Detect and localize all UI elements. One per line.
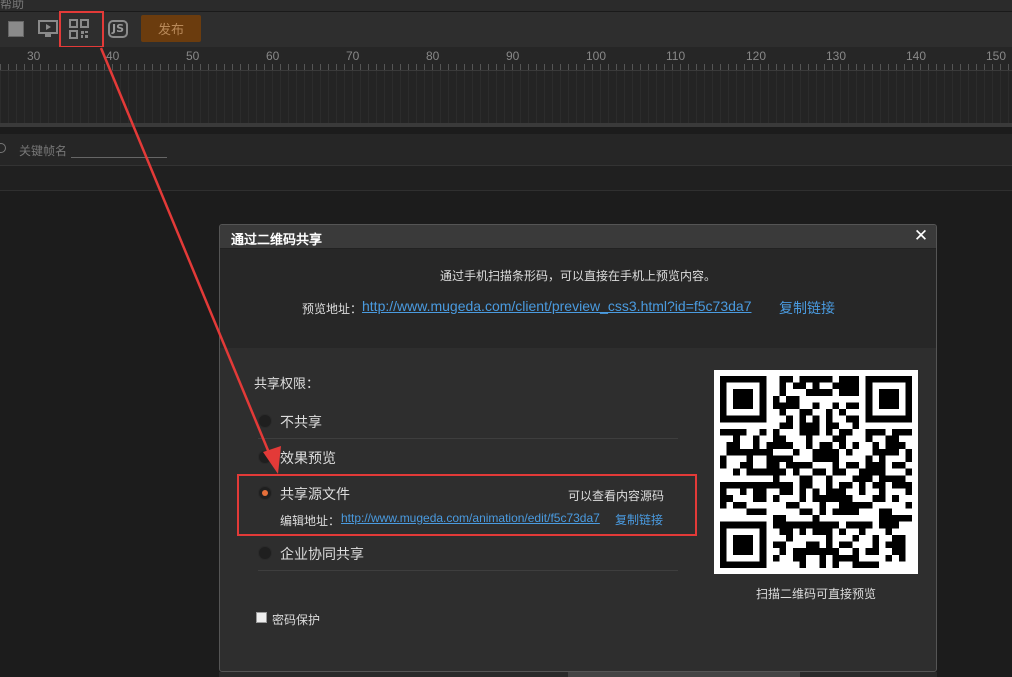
ruler-tick: 40 <box>106 49 120 63</box>
keyframe-row: 关键帧名 <box>0 134 1012 166</box>
qrcode-image <box>714 370 918 574</box>
keyframe-name-label: 关键帧名 <box>19 144 68 158</box>
keyframe-name-input[interactable] <box>71 157 167 158</box>
radio-none[interactable] <box>258 414 272 428</box>
stop-icon <box>8 21 24 37</box>
dialog-preview-section: 通过手机扫描条形码，可以直接在手机上预览内容。 预览地址： http://www… <box>220 249 936 348</box>
dialog-title: 通过二维码共享 <box>231 233 323 248</box>
panel-strip <box>0 166 1012 191</box>
option-label: 不共享 <box>280 415 322 431</box>
ruler-tick: 80 <box>426 49 440 63</box>
stop-button[interactable] <box>4 17 28 41</box>
timeline-track[interactable] <box>0 71 1012 127</box>
ruler-tick: 110 <box>666 49 686 63</box>
qrcode-caption: 扫描二维码可直接预览 <box>755 587 876 601</box>
close-icon[interactable]: ✕ <box>911 226 931 246</box>
ruler-tick: 60 <box>266 49 280 63</box>
js-icon: JS <box>107 20 128 38</box>
option-label: 企业协同共享 <box>280 547 364 563</box>
keyframe-icon <box>0 143 6 153</box>
annotation-box-source-option <box>237 474 697 536</box>
timeline-ruler[interactable]: 30 40 50 60 70 80 90 100 110 120 130 140… <box>0 47 1012 71</box>
permission-title: 共享权限： <box>254 377 320 392</box>
ruler-tick: 100 <box>586 49 607 63</box>
qrcode-graphic <box>720 376 912 568</box>
share-option-preview[interactable]: 效果预览 <box>258 439 678 475</box>
preview-icon <box>38 20 58 37</box>
ruler-tick: 50 <box>186 49 200 63</box>
password-label: 密码保护 <box>272 613 321 627</box>
dialog-titlebar: 通过二维码共享 ✕ <box>220 225 936 249</box>
ruler-tick: 150 <box>986 49 1007 63</box>
qrcode-share-dialog: 通过二维码共享 ✕ 通过手机扫描条形码，可以直接在手机上预览内容。 预览地址： … <box>219 224 937 672</box>
ruler-tick: 90 <box>506 49 520 63</box>
ruler-tick: 30 <box>27 49 41 63</box>
dialog-description: 通过手机扫描条形码，可以直接在手机上预览内容。 <box>439 269 716 283</box>
radio-preview[interactable] <box>258 450 272 464</box>
share-option-none[interactable]: 不共享 <box>258 403 678 439</box>
ruler-tick: 70 <box>346 49 360 63</box>
preview-url-label: 预览地址： <box>302 302 363 316</box>
preview-url-link[interactable]: http://www.mugeda.com/client/preview_css… <box>362 298 751 314</box>
annotation-box-qr <box>59 11 104 48</box>
copy-preview-link-button[interactable]: 复制链接 <box>779 298 835 318</box>
toolbar: JS 发布 <box>0 12 1012 47</box>
option-label: 效果预览 <box>280 451 336 467</box>
publish-button[interactable]: 发布 <box>141 15 201 42</box>
preview-button[interactable] <box>36 17 60 41</box>
radio-enterprise[interactable] <box>258 546 272 560</box>
scrollbar[interactable] <box>568 672 800 677</box>
share-option-enterprise[interactable]: 企业协同共享 <box>258 535 678 571</box>
ruler-tick: 140 <box>906 49 927 63</box>
menu-bar: 帮助 <box>0 0 1012 12</box>
ruler-minor-ticks <box>0 64 1012 70</box>
ruler-tick: 130 <box>826 49 847 63</box>
password-checkbox[interactable] <box>256 612 267 623</box>
js-button[interactable]: JS <box>106 17 130 41</box>
menu-help[interactable]: 帮助 <box>0 0 24 11</box>
ruler-tick: 120 <box>746 49 767 63</box>
